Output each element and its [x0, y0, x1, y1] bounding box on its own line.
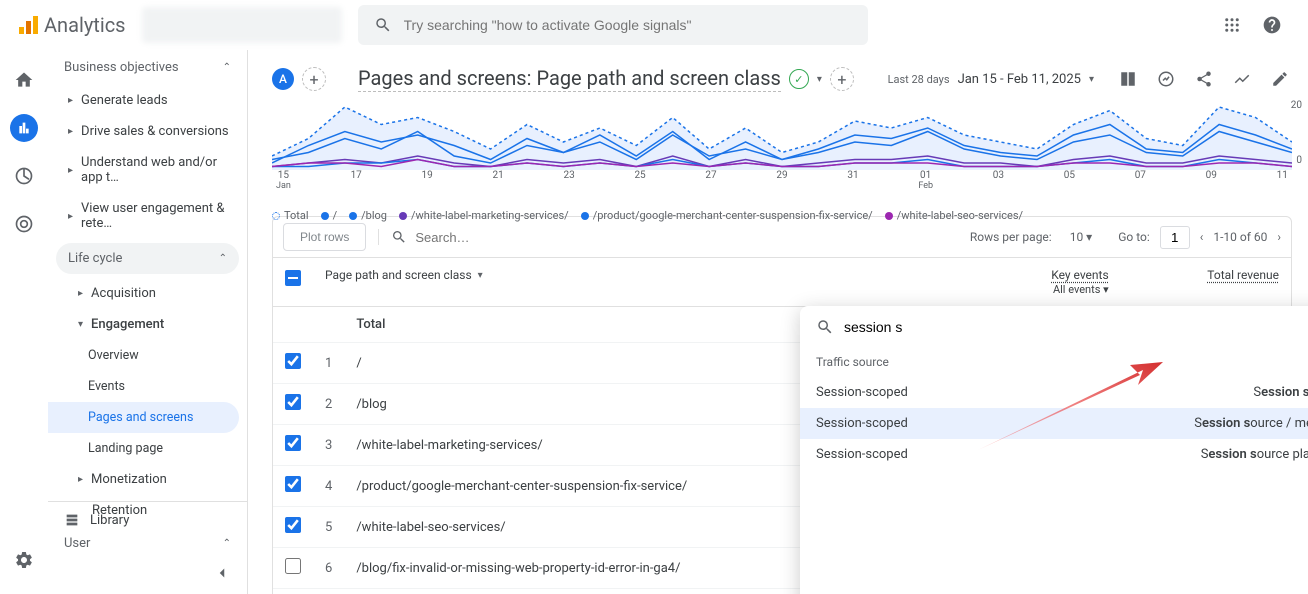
chevron-up-icon: ⌃	[219, 253, 227, 264]
y-tick-bottom: 0	[1296, 155, 1302, 166]
row-checkbox[interactable]	[285, 435, 301, 451]
property-selector[interactable]	[142, 7, 342, 43]
caret-right-icon: ▸	[68, 126, 73, 137]
chevron-up-icon: ⌃	[223, 538, 231, 549]
section-business-objectives[interactable]: Business objectives ⌃	[48, 50, 247, 85]
nav-library[interactable]: Library	[48, 501, 247, 538]
dropdown-option[interactable]: Session-scoped Session source / medium	[800, 408, 1308, 439]
edit-icon[interactable]	[1268, 67, 1292, 91]
row-checkbox[interactable]	[285, 394, 301, 410]
caret-right-icon: ▸	[68, 211, 73, 222]
section-label: Business objectives	[64, 60, 179, 75]
global-search[interactable]	[358, 5, 868, 45]
logo[interactable]: Analytics	[16, 13, 126, 37]
add-button[interactable]: +	[830, 67, 854, 91]
account-avatar[interactable]: A	[272, 68, 294, 90]
table-search-input[interactable]	[415, 230, 958, 245]
rail-admin[interactable]	[10, 546, 38, 574]
search-icon	[391, 229, 407, 245]
section-label: User	[64, 536, 90, 551]
customize-icon[interactable]	[1116, 67, 1140, 91]
insights-icon[interactable]	[1154, 67, 1178, 91]
date-range-picker[interactable]: Last 28 days Jan 15 - Feb 11, 2025 ▾	[888, 72, 1094, 87]
rail-home[interactable]	[10, 66, 38, 94]
add-comparison-button[interactable]: +	[302, 67, 326, 91]
y-tick-top: 20	[1291, 100, 1302, 111]
col-revenue: Total revenue	[1121, 258, 1291, 307]
goto-label: Go to:	[1118, 230, 1150, 244]
chart-legend: Total//blog/white-label-marketing-servic…	[272, 209, 1292, 222]
row-checkbox[interactable]	[285, 558, 301, 574]
verified-icon: ✓	[789, 69, 809, 89]
chevron-down-icon[interactable]: ▾	[817, 74, 822, 85]
date-preset-label: Last 28 days	[888, 73, 950, 86]
nav-understand-web[interactable]: ▸Understand web and/or app t…	[48, 147, 247, 193]
goto-input[interactable]	[1160, 226, 1190, 249]
nav-overview[interactable]: Overview	[48, 340, 247, 371]
dimension-search-input[interactable]	[844, 319, 1308, 335]
rows-per-page-select[interactable]: 10 ▾	[1062, 230, 1109, 244]
table-toolbar: Plot rows Rows per page: 10 ▾ Go to: ‹ 1…	[272, 216, 1292, 258]
chevron-down-icon: ▾	[478, 270, 483, 281]
page-prev-icon[interactable]: ‹	[1200, 230, 1204, 244]
select-all-checkbox[interactable]	[285, 270, 301, 286]
nav-acquisition[interactable]: ▸Acquisition	[48, 278, 247, 309]
nav-pages-screens[interactable]: Pages and screens	[48, 402, 239, 433]
collapse-sidebar-button[interactable]	[213, 564, 231, 582]
page-info: 1-10 of 60	[1213, 230, 1267, 244]
plot-rows-button[interactable]: Plot rows	[283, 223, 366, 251]
chart-area: 20 0 15Jan171921232527293101Feb030507091…	[272, 100, 1292, 200]
rows-per-page-label: Rows per page:	[970, 230, 1052, 244]
caret-right-icon: ▸	[68, 165, 73, 176]
rail-explore[interactable]	[10, 162, 38, 190]
analytics-logo-icon	[16, 13, 40, 37]
trend-icon[interactable]	[1230, 67, 1254, 91]
col-key-events: Key events All events ▾	[976, 258, 1121, 307]
row-checkbox[interactable]	[285, 476, 301, 492]
share-icon[interactable]	[1192, 67, 1216, 91]
help-icon[interactable]	[1260, 13, 1284, 37]
apps-icon[interactable]	[1220, 13, 1244, 37]
date-range-text: Jan 15 - Feb 11, 2025	[958, 72, 1081, 87]
page-next-icon[interactable]: ›	[1277, 230, 1281, 244]
caret-right-icon: ▸	[78, 288, 83, 299]
row-checkbox[interactable]	[285, 353, 301, 369]
nav-events[interactable]: Events	[48, 371, 247, 402]
line-chart	[272, 100, 1292, 170]
product-name: Analytics	[44, 13, 126, 37]
nav-landing-page[interactable]: Landing page	[48, 433, 247, 464]
chevron-left-icon	[213, 564, 231, 582]
dropdown-option[interactable]: Session-scoped Session source	[800, 377, 1308, 408]
section-label: Life cycle	[68, 251, 122, 266]
row-checkbox[interactable]	[285, 517, 301, 533]
dimension-selector[interactable]: Page path and screen class ▾	[325, 268, 964, 282]
caret-right-icon: ▸	[78, 474, 83, 485]
rail-advertising[interactable]	[10, 210, 38, 238]
chevron-down-icon: ▾	[1089, 74, 1094, 85]
nav-drive-sales[interactable]: ▸Drive sales & conversions	[48, 116, 247, 147]
library-icon	[64, 512, 80, 528]
nav-engagement[interactable]: ▾Engagement	[48, 309, 247, 340]
dropdown-option[interactable]: Session-scoped Session source platform	[800, 439, 1308, 470]
section-lifecycle[interactable]: Life cycle ⌃	[56, 243, 239, 274]
x-axis: 15Jan171921232527293101Feb0305070911	[272, 170, 1292, 191]
page-title: Pages and screens: Page path and screen …	[358, 66, 781, 92]
caret-right-icon: ▸	[68, 95, 73, 106]
rail-reports[interactable]	[10, 114, 38, 142]
caret-down-icon: ▾	[78, 319, 83, 330]
search-icon	[816, 318, 834, 336]
nav-generate-leads[interactable]: ▸Generate leads	[48, 85, 247, 116]
dimension-dropdown: ✕ Traffic source Name Session-scoped Ses…	[800, 306, 1308, 594]
global-search-input[interactable]	[404, 17, 852, 33]
nav-view-engagement[interactable]: ▸View user engagement & rete…	[48, 193, 247, 239]
search-icon	[374, 16, 392, 34]
chevron-up-icon: ⌃	[223, 62, 231, 73]
nav-monetization[interactable]: ▸Monetization	[48, 464, 247, 495]
dd-col-group: Traffic source	[816, 355, 889, 369]
